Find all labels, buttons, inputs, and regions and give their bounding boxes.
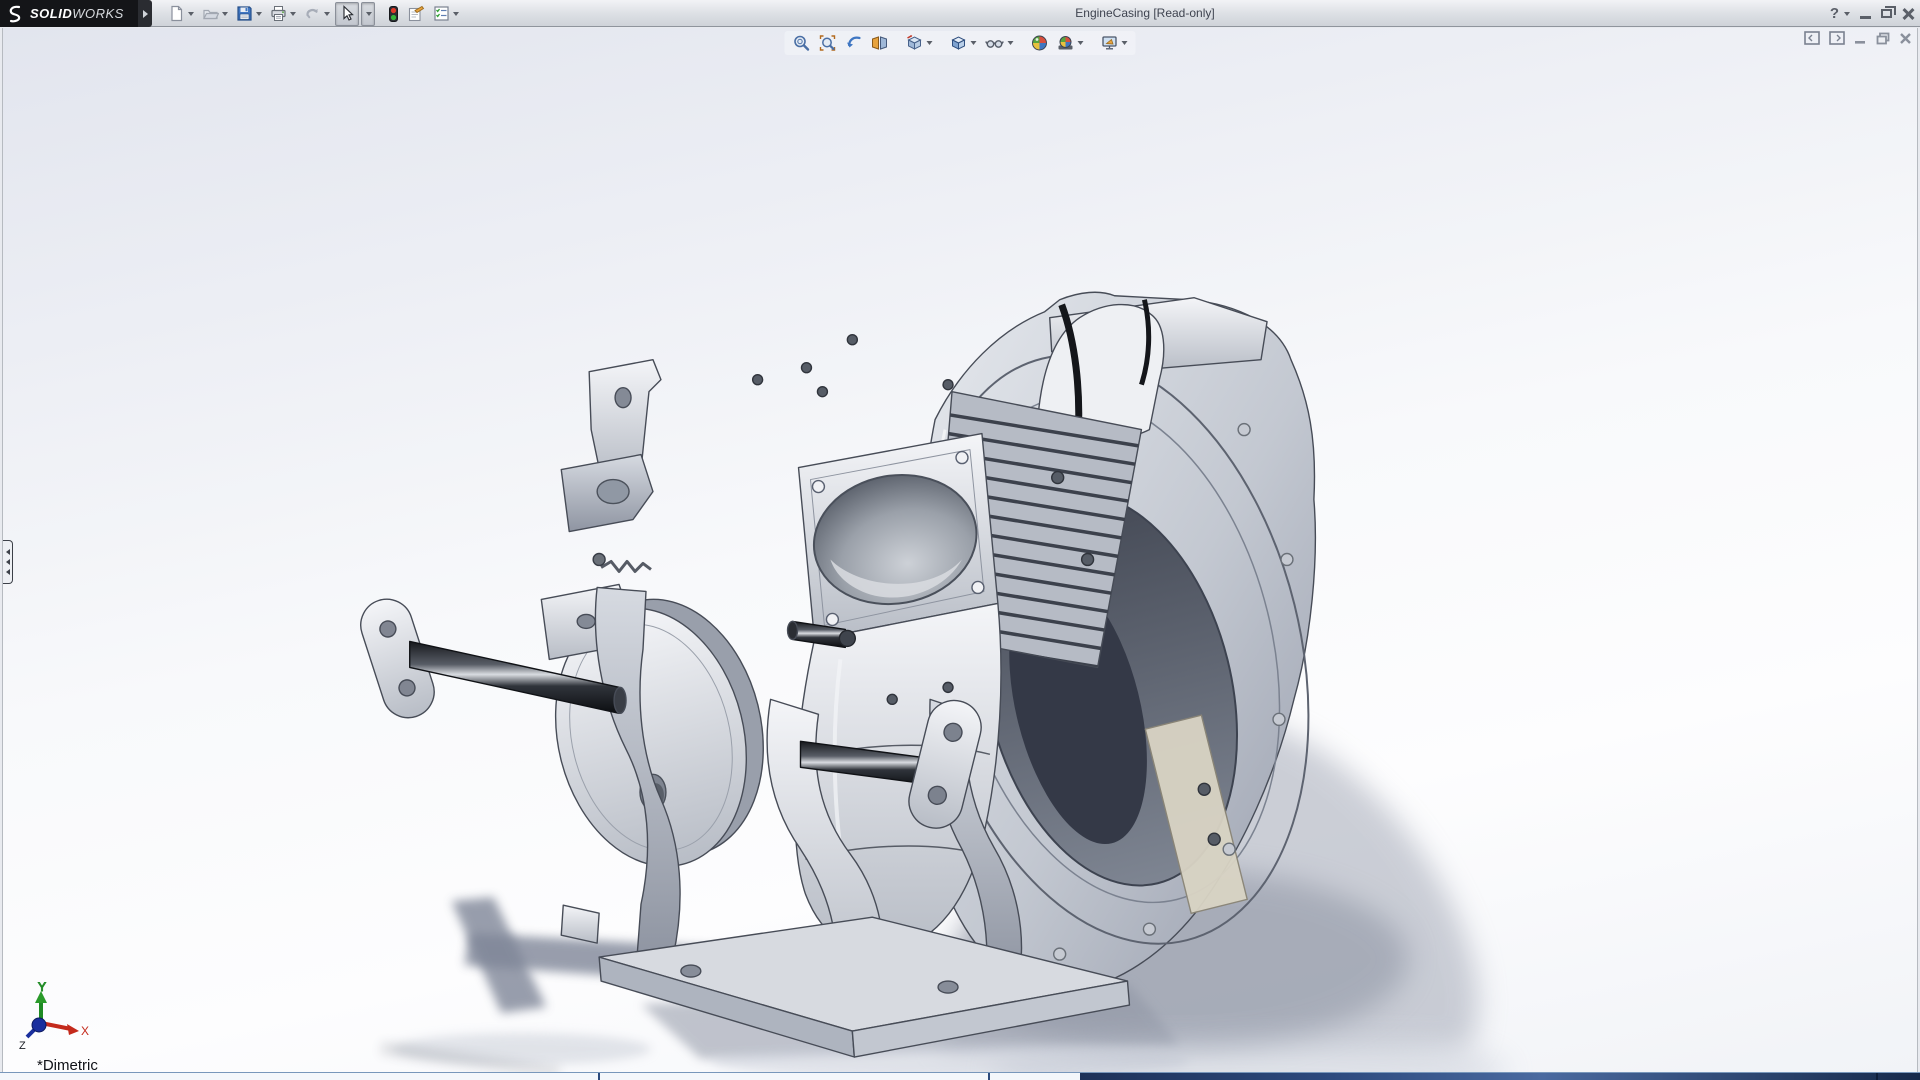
status-divider [988,1073,990,1080]
new-document-icon [168,5,185,22]
dropdown-caret[interactable] [188,12,194,16]
close-button[interactable] [1902,8,1914,20]
previous-view-button[interactable] [843,33,865,53]
eyeglasses-icon [985,34,1005,52]
dropdown-caret[interactable] [1122,41,1128,45]
dassault-3ds-icon [6,4,26,24]
dropdown-caret[interactable] [453,12,459,16]
section-view-button[interactable] [869,33,891,53]
solidworks-logo: SOLIDWORKS [0,0,138,27]
view-orientation-cube-icon [906,34,924,52]
doc-restore-button[interactable] [1876,32,1890,45]
dropdown-caret[interactable] [1844,12,1850,16]
headsup-view-toolbar [785,31,1136,55]
rebuild-button[interactable] [385,2,402,26]
document-window-controls [1804,31,1912,45]
view-orientation-label: *Dimetric [37,1057,98,1072]
triad-z-label: Z [19,1040,26,1051]
reference-triad: Y X Z [13,979,91,1056]
engine-casing-model[interactable] [3,28,1917,1072]
triad-y-label: Y [38,980,46,994]
dropdown-caret [366,12,372,16]
apply-scene-button[interactable] [1055,33,1086,53]
doc-close-button[interactable] [1899,32,1912,45]
taskbar-edge [1080,1073,1920,1080]
doc-minimize-button[interactable] [1854,32,1867,45]
dropdown-caret[interactable] [290,12,296,16]
pane-toggle-left-icon[interactable] [1804,31,1820,45]
help-button[interactable]: ? [1830,5,1850,22]
status-strip [0,1072,1920,1080]
new-document-button[interactable] [165,2,197,26]
section-view-icon [871,34,889,52]
minimize-button[interactable] [1860,16,1871,19]
file-properties-button[interactable] [404,2,428,26]
undo-button[interactable] [301,2,333,26]
select-cursor-icon [339,5,355,22]
edit-appearance-button[interactable] [1029,33,1051,53]
dropdown-caret[interactable] [324,12,330,16]
zoom-to-fit-icon [793,34,811,52]
brand-solid: SOLID [30,6,72,21]
zoom-to-area-icon [819,34,837,52]
print-button[interactable] [267,2,299,26]
right-arrow-icon [143,10,148,18]
display-style-cube-icon [950,34,968,52]
triad-x-label: X [81,1024,89,1038]
view-settings-button[interactable] [1099,33,1130,53]
view-settings-monitor-icon [1101,34,1119,52]
document-title: EngineCasing [Read-only] [470,0,1820,27]
dropdown-caret[interactable] [222,12,228,16]
view-orientation-button[interactable] [904,33,935,53]
open-document-button[interactable] [199,2,231,26]
restore-button[interactable] [1881,9,1892,18]
dropdown-caret[interactable] [256,12,262,16]
featuremanager-collapsed-tab[interactable] [3,540,13,584]
status-divider [1876,1073,1878,1080]
select-tool-button[interactable] [335,2,359,26]
dropdown-caret[interactable] [927,41,933,45]
left-arrow-icon [6,569,10,575]
print-icon [270,5,287,22]
options-checklist-icon [433,5,450,22]
left-arrow-icon [6,559,10,565]
brand-text: SOLIDWORKS [30,6,124,21]
window-controls: ? [1830,0,1914,27]
solidworks-window: SOLIDWORKS [0,0,1920,1080]
titlebar: SOLIDWORKS [0,0,1920,27]
zoom-to-area-button[interactable] [817,33,839,53]
dropdown-caret[interactable] [1078,41,1084,45]
select-tool-dropdown[interactable] [361,2,375,26]
status-divider [598,1073,600,1080]
dropdown-caret[interactable] [971,41,977,45]
brand-works: WORKS [72,6,124,21]
save-floppy-icon [236,5,253,22]
display-style-button[interactable] [948,33,979,53]
undo-icon [304,5,321,22]
hide-show-items-button[interactable] [983,33,1016,53]
menu-expand-arrow[interactable] [138,0,152,27]
help-icon: ? [1830,5,1839,22]
appearance-sphere-icon [1031,34,1049,52]
open-folder-icon [202,5,219,22]
options-button[interactable] [430,2,462,26]
pane-toggle-right-icon[interactable] [1829,31,1845,45]
save-button[interactable] [233,2,265,26]
dropdown-caret[interactable] [1008,41,1014,45]
traffic-light-icon [388,5,399,23]
zoom-to-fit-button[interactable] [791,33,813,53]
apply-scene-icon [1057,34,1075,52]
file-properties-icon [407,5,425,22]
graphics-area[interactable]: Y X Z *Dimetric [2,28,1918,1072]
previous-view-icon [845,34,863,52]
left-arrow-icon [6,549,10,555]
standard-toolbar [165,0,462,27]
